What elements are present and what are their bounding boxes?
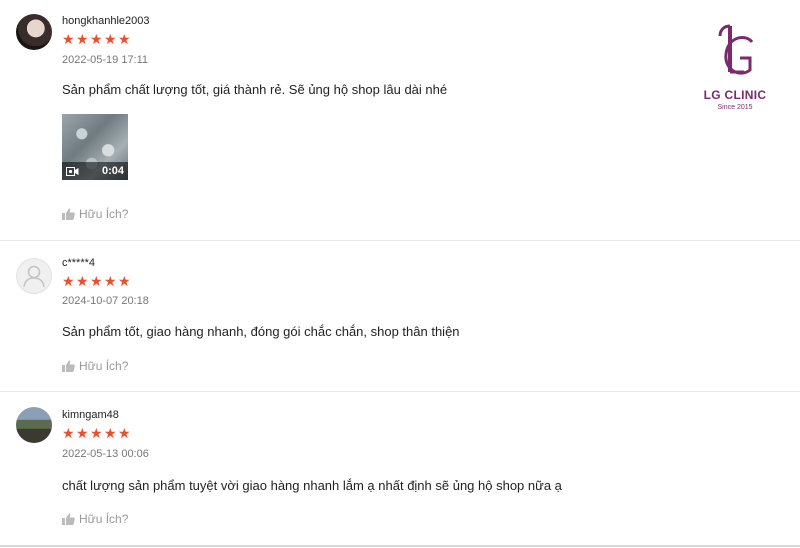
thumbs-up-icon (62, 360, 75, 372)
helpful-button[interactable]: Hữu Ích? (62, 512, 128, 526)
star-icon: ★ (76, 31, 89, 47)
review-username: hongkhanhle2003 (62, 15, 150, 27)
star-icon: ★ (118, 273, 131, 289)
review-item: hongkhanhle2003 ★ ★ ★ ★ ★ 2022-05-19 17:… (0, 0, 800, 240)
avatar[interactable] (16, 407, 52, 443)
star-icon: ★ (76, 425, 89, 441)
default-user-icon (23, 265, 45, 288)
helpful-label: Hữu Ích? (79, 512, 129, 526)
review-comment: chất lượng sản phẩm tuyệt vời giao hàng … (62, 478, 562, 493)
avatar[interactable] (16, 14, 52, 50)
star-icon: ★ (90, 425, 103, 441)
lg-clinic-logo: LG CLINIC Since 2015 (700, 20, 770, 112)
avatar[interactable] (16, 258, 52, 294)
video-camera-icon (66, 166, 79, 176)
star-icon: ★ (62, 31, 75, 47)
review-datetime: 2024-10-07 20:18 (62, 295, 149, 307)
helpful-label: Hữu Ích? (79, 359, 129, 373)
rating-stars: ★ ★ ★ ★ ★ (62, 31, 131, 47)
helpful-button[interactable]: Hữu Ích? (62, 359, 128, 373)
star-icon: ★ (118, 425, 131, 441)
video-info-bar: 0:04 (62, 162, 128, 180)
lg-monogram-icon (718, 24, 754, 75)
star-icon: ★ (90, 31, 103, 47)
review-video-thumbnail[interactable]: 0:04 (62, 114, 128, 180)
star-icon: ★ (104, 273, 117, 289)
review-comment: Sản phẩm tốt, giao hàng nhanh, đóng gói … (62, 324, 460, 339)
star-icon: ★ (76, 273, 89, 289)
review-item: kimngam48 ★ ★ ★ ★ ★ 2022-05-13 00:06 chấ… (0, 392, 800, 546)
star-icon: ★ (104, 425, 117, 441)
star-icon: ★ (90, 273, 103, 289)
star-icon: ★ (62, 425, 75, 441)
review-comment: Sản phẩm chất lượng tốt, giá thành rẻ. S… (62, 82, 448, 97)
thumbs-up-icon (62, 208, 75, 220)
star-icon: ★ (62, 273, 75, 289)
review-username: c*****4 (62, 257, 96, 269)
thumbs-up-icon (62, 513, 75, 525)
logo-tagline: Since 2015 (717, 104, 753, 111)
star-icon: ★ (118, 31, 131, 47)
helpful-button[interactable]: Hữu Ích? (62, 207, 128, 221)
review-item: c*****4 ★ ★ ★ ★ ★ 2024-10-07 20:18 Sản p… (0, 241, 800, 391)
video-duration: 0:04 (101, 165, 124, 177)
rating-stars: ★ ★ ★ ★ ★ (62, 273, 131, 289)
logo-brand-text: LG CLINIC (703, 88, 767, 102)
review-datetime: 2022-05-13 00:06 (62, 448, 149, 460)
divider (0, 545, 800, 547)
review-datetime: 2022-05-19 17:11 (62, 54, 149, 66)
rating-stars: ★ ★ ★ ★ ★ (62, 425, 131, 441)
review-username: kimngam48 (62, 409, 119, 421)
helpful-label: Hữu Ích? (79, 207, 129, 221)
star-icon: ★ (104, 31, 117, 47)
